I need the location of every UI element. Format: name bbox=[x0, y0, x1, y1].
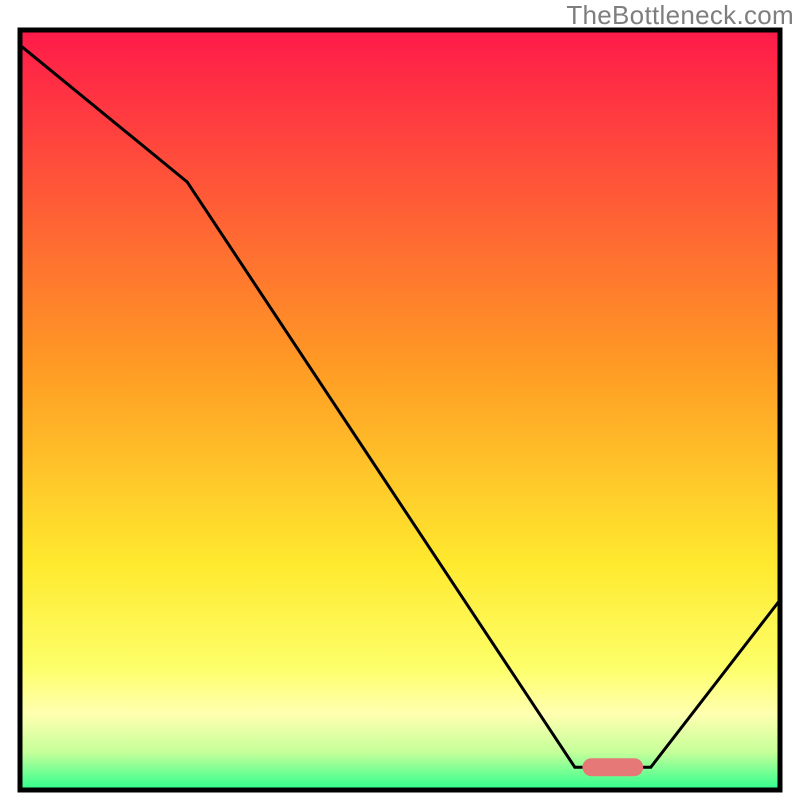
watermark-text: TheBottleneck.com bbox=[566, 0, 794, 31]
chart-container: TheBottleneck.com bbox=[0, 0, 800, 800]
plot-area bbox=[20, 30, 780, 790]
gradient-background bbox=[20, 30, 780, 790]
minimum-marker bbox=[582, 758, 643, 776]
chart-svg bbox=[0, 0, 800, 800]
